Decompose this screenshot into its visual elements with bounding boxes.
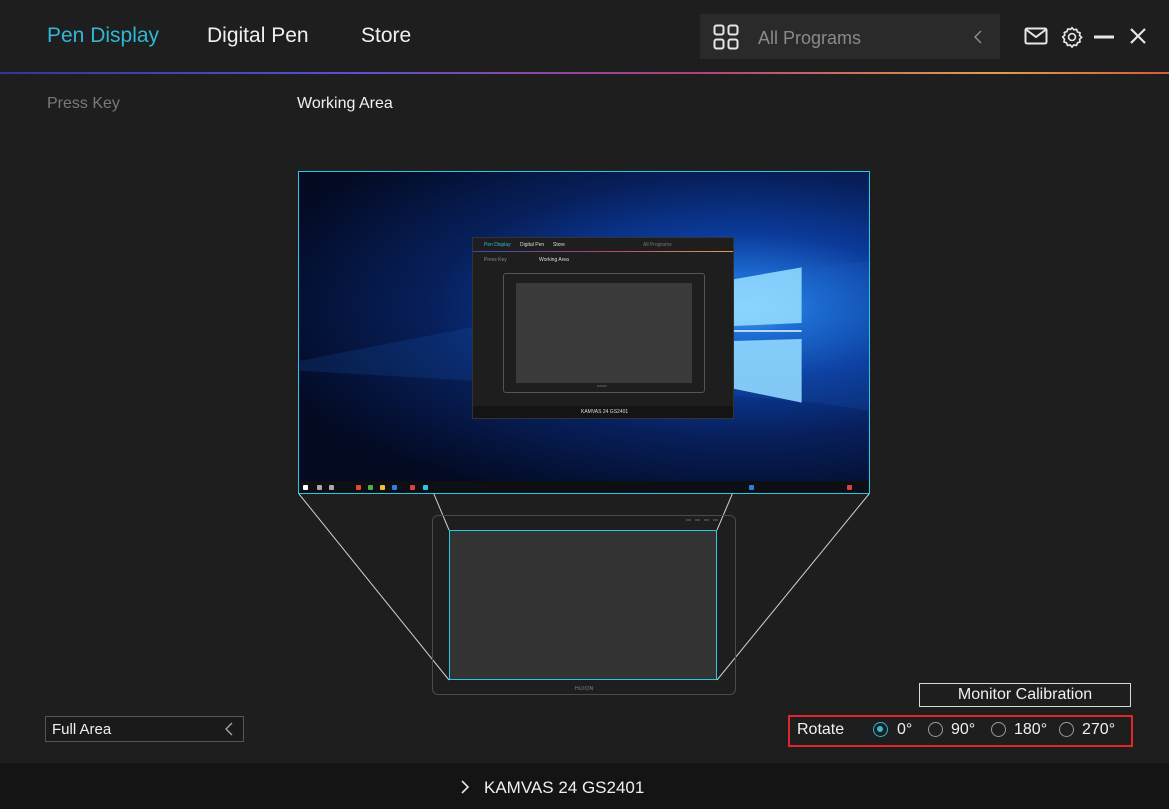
tray-icon xyxy=(847,485,852,490)
rotate-180-radio[interactable] xyxy=(991,722,1006,737)
chevron-right-icon xyxy=(461,780,470,794)
chevron-left-icon[interactable] xyxy=(973,29,983,45)
tray-icon xyxy=(749,485,754,490)
mini-accent-line xyxy=(473,251,733,252)
rotate-180-label: 180° xyxy=(1014,721,1048,738)
mini-tab-digital-pen: Digital Pen xyxy=(520,242,545,248)
app-icon xyxy=(368,485,373,490)
tablet-brand: HUION xyxy=(575,686,594,692)
mini-tablet-brand: HUION xyxy=(597,384,607,388)
app-icon xyxy=(410,485,415,490)
chevron-left-icon xyxy=(225,722,233,736)
mini-driver-window: Pen Display Digital Pen Store All Progra… xyxy=(472,237,734,419)
mini-subtab-press-key: Press Key xyxy=(484,257,507,263)
mini-tab-pen-display: Pen Display xyxy=(484,242,511,248)
device-name: KAMVAS 24 GS2401 xyxy=(484,778,645,797)
start-icon xyxy=(303,485,308,490)
monitor-calibration-button[interactable]: Monitor Calibration xyxy=(919,683,1131,707)
tablet-working-area[interactable] xyxy=(449,530,717,680)
mini-subtab-working-area: Working Area xyxy=(539,257,569,263)
tab-digital-pen[interactable]: Digital Pen xyxy=(207,24,309,48)
rotate-270-radio[interactable] xyxy=(1059,722,1074,737)
taskview-icon xyxy=(329,485,334,490)
app-icon xyxy=(356,485,361,490)
mail-icon[interactable] xyxy=(1024,27,1048,45)
area-select-value: Full Area xyxy=(52,721,112,738)
area-select[interactable]: Full Area xyxy=(45,716,244,742)
grid-icon xyxy=(713,24,739,50)
program-selector[interactable]: All Programs xyxy=(700,14,1000,59)
minimize-icon[interactable] xyxy=(1094,35,1114,39)
rotate-0-radio[interactable] xyxy=(873,722,888,737)
subtab-working-area[interactable]: Working Area xyxy=(297,95,393,113)
desktop-preview: Pen Display Digital Pen Store All Progra… xyxy=(298,171,870,494)
mini-device-name: KAMVAS 24 GS2401 xyxy=(581,409,629,415)
mini-tablet-screen xyxy=(516,283,692,383)
subtab-press-key[interactable]: Press Key xyxy=(47,95,120,113)
mini-tab-store: Store xyxy=(553,242,565,248)
rotate-90-label: 90° xyxy=(951,721,976,738)
app-icon xyxy=(392,485,397,490)
device-footer[interactable]: KAMVAS 24 GS2401 xyxy=(0,763,1169,809)
close-icon[interactable] xyxy=(1129,27,1147,45)
rotate-0-label: 0° xyxy=(897,721,913,738)
mini-programs-label: All Programs xyxy=(643,242,672,248)
gear-icon[interactable] xyxy=(1061,26,1083,48)
windows-taskbar xyxy=(299,481,869,493)
tab-store[interactable]: Store xyxy=(361,24,411,48)
header-accent-line xyxy=(0,72,1169,74)
mini-footer: KAMVAS 24 GS2401 xyxy=(473,406,733,418)
search-icon xyxy=(317,485,322,490)
app-icon xyxy=(423,485,428,490)
rotate-label: Rotate xyxy=(797,721,845,738)
app-header: Pen Display Digital Pen Store All Progra… xyxy=(0,0,1169,74)
rotate-90-radio[interactable] xyxy=(928,722,943,737)
tablet-buttons-icon xyxy=(686,519,718,521)
folder-icon xyxy=(380,485,385,490)
rotate-270-label: 270° xyxy=(1082,721,1116,738)
tab-pen-display[interactable]: Pen Display xyxy=(47,24,159,48)
program-selector-label: All Programs xyxy=(758,28,862,48)
